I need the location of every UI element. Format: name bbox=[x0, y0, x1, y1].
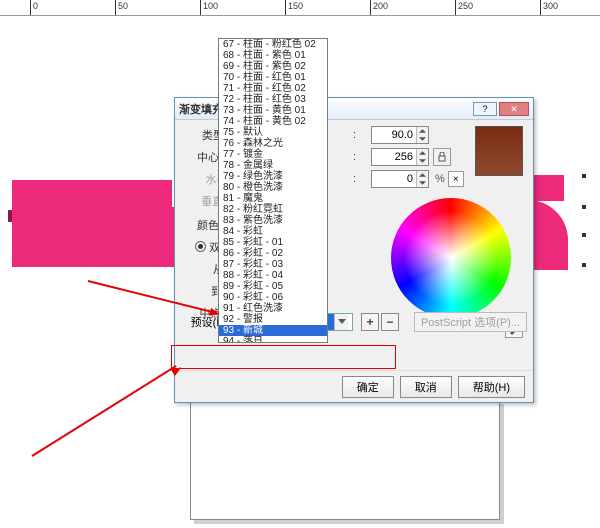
ruler-mark: 50 bbox=[118, 1, 128, 11]
preset-option[interactable]: 76 - 森林之光 bbox=[219, 138, 327, 149]
preset-option[interactable]: 71 - 柱面 - 红色 02 bbox=[219, 83, 327, 94]
preset-option[interactable]: 92 - 警报 bbox=[219, 314, 327, 325]
canvas-shape bbox=[12, 207, 177, 267]
preset-option[interactable]: 84 - 彩虹 bbox=[219, 226, 327, 237]
color-marker[interactable] bbox=[431, 254, 439, 262]
guide-dot bbox=[582, 233, 586, 237]
ruler-mark: 300 bbox=[543, 1, 558, 11]
document-page[interactable] bbox=[190, 400, 500, 520]
edge-pad-input[interactable] bbox=[372, 171, 416, 187]
preset-option[interactable]: 72 - 柱面 - 红色 03 bbox=[219, 94, 327, 105]
spin-down-icon[interactable] bbox=[417, 179, 428, 187]
ruler-mark: 100 bbox=[203, 1, 218, 11]
angle-spin[interactable] bbox=[371, 126, 429, 144]
preset-option[interactable]: 91 - 红色洗漆 bbox=[219, 303, 327, 314]
preset-remove-button[interactable]: − bbox=[381, 313, 399, 331]
annotation-highlight-box bbox=[171, 345, 396, 369]
percent-unit: % bbox=[435, 173, 445, 185]
preset-option[interactable]: 89 - 彩虹 - 05 bbox=[219, 281, 327, 292]
angle-input[interactable] bbox=[372, 127, 416, 143]
preset-option[interactable]: 83 - 紫色洗漆 bbox=[219, 215, 327, 226]
field-colon: : bbox=[353, 129, 371, 141]
guide-dot bbox=[582, 174, 586, 178]
preset-option[interactable]: 90 - 彩虹 - 06 bbox=[219, 292, 327, 303]
ruler-mark: 200 bbox=[373, 1, 388, 11]
preset-dropdown-list[interactable]: 67 - 柱面 - 粉红色 0268 - 柱面 - 紫色 0169 - 柱面 -… bbox=[218, 38, 328, 343]
ruler-mark: 150 bbox=[288, 1, 303, 11]
guide-dot bbox=[582, 205, 586, 209]
close-button[interactable]: ✕ bbox=[499, 102, 529, 116]
steps-spin[interactable] bbox=[371, 148, 429, 166]
preset-option[interactable]: 78 - 金属绿 bbox=[219, 160, 327, 171]
lock-button[interactable] bbox=[433, 148, 451, 166]
preset-option[interactable]: 68 - 柱面 - 紫色 01 bbox=[219, 50, 327, 61]
preset-option[interactable]: 77 - 镀金 bbox=[219, 149, 327, 160]
preset-option[interactable]: 86 - 彩虹 - 02 bbox=[219, 248, 327, 259]
preset-option[interactable]: 94 - 落日 bbox=[219, 336, 327, 343]
preset-option[interactable]: 74 - 柱面 - 黄色 02 bbox=[219, 116, 327, 127]
cancel-button[interactable]: 取消 bbox=[400, 376, 452, 398]
steps-input[interactable] bbox=[372, 149, 416, 165]
spin-up-icon[interactable] bbox=[417, 149, 428, 157]
spin-down-icon[interactable] bbox=[417, 135, 428, 143]
color-wheel[interactable] bbox=[391, 198, 511, 318]
preset-option[interactable]: 93 - 新城 bbox=[219, 325, 327, 336]
ruler-mark: 250 bbox=[458, 1, 473, 11]
preset-option[interactable]: 67 - 柱面 - 粉红色 02 bbox=[219, 39, 327, 50]
spin-up-icon[interactable] bbox=[417, 127, 428, 135]
preset-add-button[interactable]: + bbox=[361, 313, 379, 331]
preset-option[interactable]: 75 - 默认 bbox=[219, 127, 327, 138]
preset-option[interactable]: 70 - 柱面 - 红色 01 bbox=[219, 72, 327, 83]
spin-up-icon[interactable] bbox=[417, 171, 428, 179]
chevron-down-icon[interactable] bbox=[334, 314, 348, 330]
ruler-mark: 0 bbox=[33, 1, 38, 11]
preset-option[interactable]: 88 - 彩虹 - 04 bbox=[219, 270, 327, 281]
preset-option[interactable]: 87 - 彩虹 - 03 bbox=[219, 259, 327, 270]
field-colon: : bbox=[353, 173, 371, 185]
guide-dot bbox=[582, 263, 586, 267]
preset-option[interactable]: 85 - 彩虹 - 01 bbox=[219, 237, 327, 248]
annotation-arrow bbox=[31, 365, 176, 457]
preset-option[interactable]: 81 - 魔鬼 bbox=[219, 193, 327, 204]
canvas-shape bbox=[12, 180, 172, 208]
help-button[interactable]: 帮助(H) bbox=[458, 376, 525, 398]
help-button[interactable]: ? bbox=[473, 102, 497, 116]
clear-button[interactable]: × bbox=[448, 171, 464, 187]
preset-option[interactable]: 73 - 柱面 - 黄色 01 bbox=[219, 105, 327, 116]
postscript-options-button: PostScript 选项(P)... bbox=[414, 312, 527, 332]
ok-button[interactable]: 确定 bbox=[342, 376, 394, 398]
edge-pad-spin[interactable] bbox=[371, 170, 429, 188]
preset-option[interactable]: 80 - 橙色洗漆 bbox=[219, 182, 327, 193]
preset-option[interactable]: 69 - 柱面 - 紫色 02 bbox=[219, 61, 327, 72]
spin-down-icon[interactable] bbox=[417, 157, 428, 165]
preset-option[interactable]: 82 - 粉红霓虹 bbox=[219, 204, 327, 215]
field-colon: : bbox=[353, 151, 371, 163]
horizontal-ruler: 0 50 100 150 200 250 300 bbox=[0, 0, 600, 16]
gradient-preview-swatch bbox=[475, 126, 523, 176]
preset-option[interactable]: 79 - 绿色洗漆 bbox=[219, 171, 327, 182]
